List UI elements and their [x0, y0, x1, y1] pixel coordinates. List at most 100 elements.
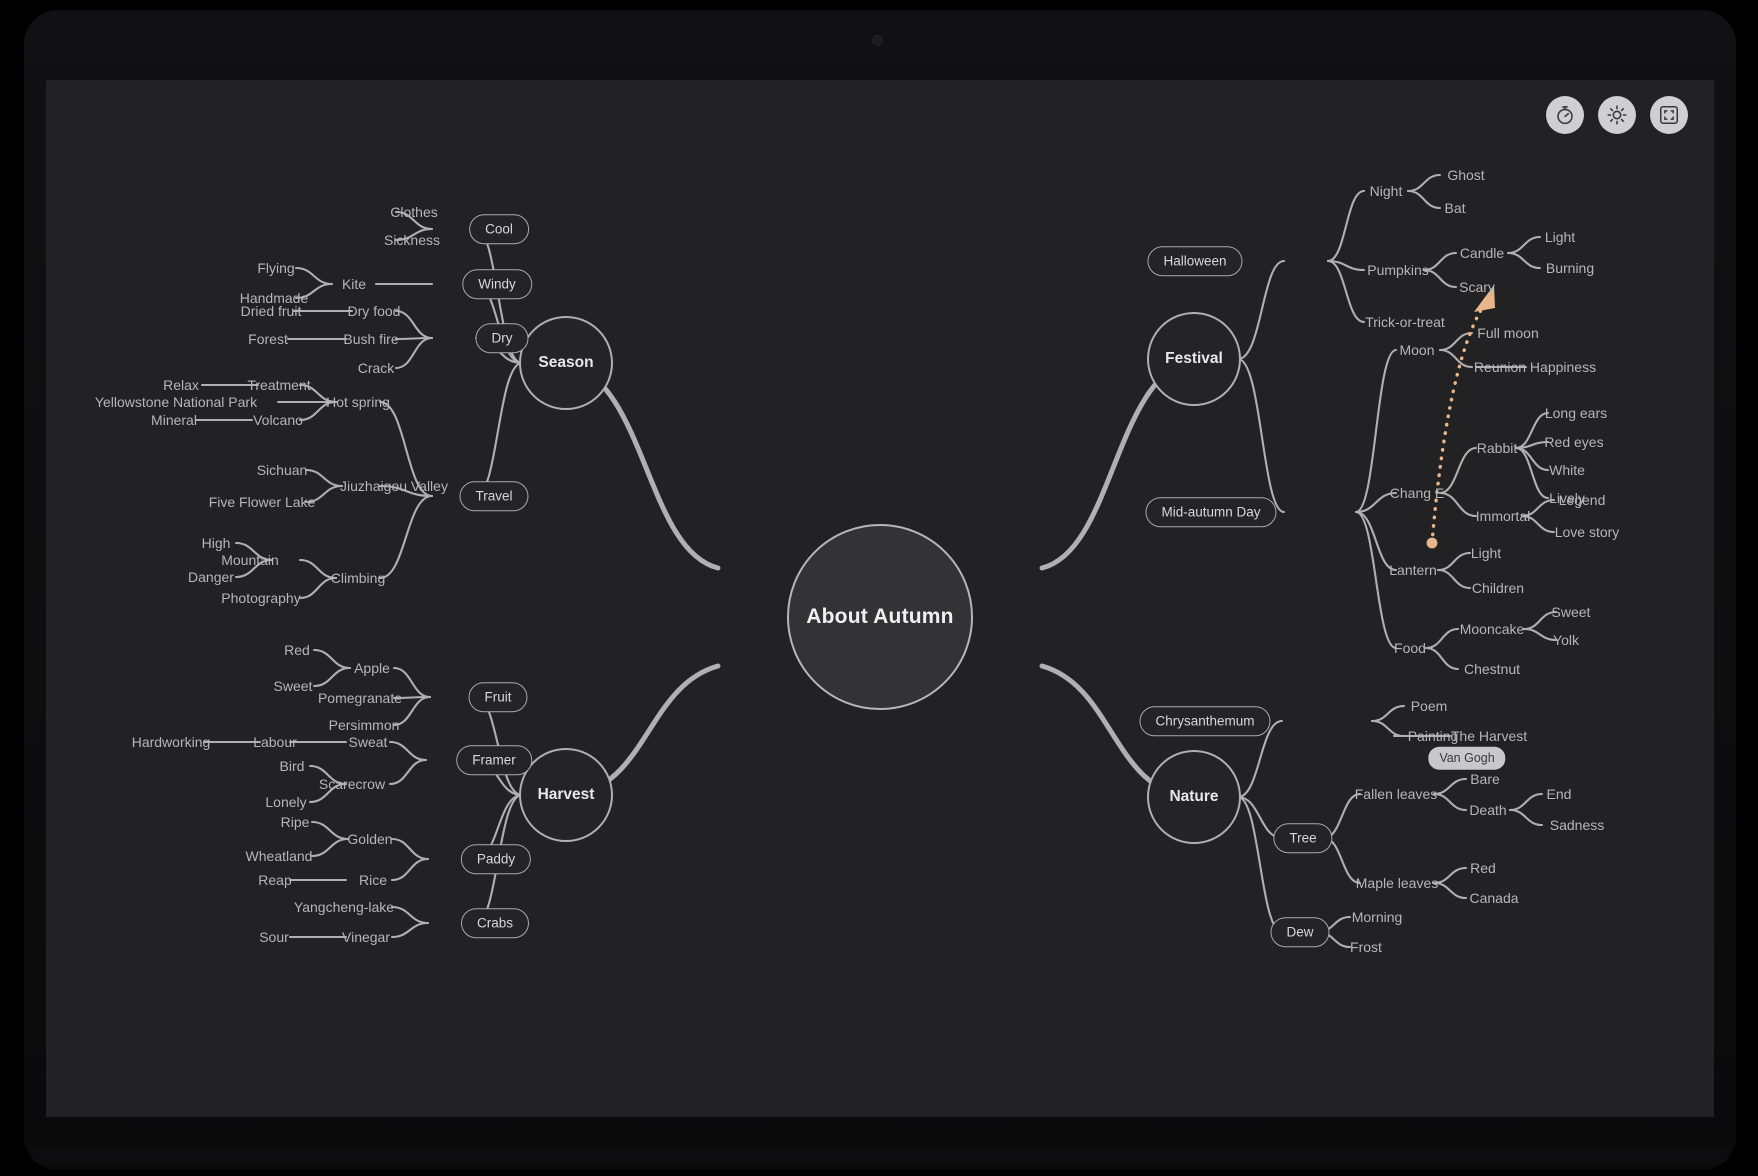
node-end[interactable]: End — [1547, 787, 1572, 801]
node-volcano[interactable]: Volcano — [253, 413, 303, 427]
node-hot-spring[interactable]: Hot spring — [326, 395, 390, 409]
node-night[interactable]: Night — [1370, 184, 1403, 198]
node-vinegar[interactable]: Vinegar — [342, 930, 390, 944]
node-fallen-leaves[interactable]: Fallen leaves — [1355, 787, 1438, 801]
node-bare[interactable]: Bare — [1470, 772, 1500, 786]
node-sickness[interactable]: Sickness — [384, 233, 440, 247]
node-maple-leaves[interactable]: Maple leaves — [1356, 876, 1439, 890]
node-morning[interactable]: Morning — [1352, 910, 1403, 924]
node-ripe[interactable]: Ripe — [281, 815, 310, 829]
node-full-moon[interactable]: Full moon — [1477, 326, 1538, 340]
node-mineral[interactable]: Mineral — [151, 413, 197, 427]
node-danger[interactable]: Danger — [188, 570, 234, 584]
node-poem[interactable]: Poem — [1411, 699, 1448, 713]
node-sweat[interactable]: Sweat — [349, 735, 388, 749]
node-bird[interactable]: Bird — [280, 759, 305, 773]
node-dry-food[interactable]: Dry food — [348, 304, 401, 318]
node-scary[interactable]: Scary — [1459, 280, 1495, 294]
node-high[interactable]: High — [202, 536, 231, 550]
node-wheatland[interactable]: Wheatland — [246, 849, 313, 863]
node-frost[interactable]: Frost — [1350, 940, 1382, 954]
node-red-maple[interactable]: Red — [1470, 861, 1496, 875]
branch-nature[interactable]: Nature — [1147, 750, 1241, 844]
node-yolk[interactable]: Yolk — [1553, 633, 1579, 647]
node-love-story[interactable]: Love story — [1555, 525, 1620, 539]
node-framer[interactable]: Framer — [456, 745, 532, 775]
node-labour[interactable]: Labour — [253, 735, 297, 749]
node-bat[interactable]: Bat — [1444, 201, 1465, 215]
node-tree[interactable]: Tree — [1273, 823, 1333, 853]
node-mooncake[interactable]: Mooncake — [1460, 622, 1525, 636]
node-red-apple[interactable]: Red — [284, 643, 310, 657]
node-mountain[interactable]: Mountain — [221, 553, 279, 567]
node-pomegranate[interactable]: Pomegranate — [318, 691, 402, 705]
node-travel[interactable]: Travel — [459, 481, 529, 511]
node-mid-autumn-day[interactable]: Mid-autumn Day — [1145, 497, 1277, 527]
node-climbing[interactable]: Climbing — [331, 571, 385, 585]
node-clothes[interactable]: Clothes — [390, 205, 437, 219]
node-scarecrow[interactable]: Scarecrow — [319, 777, 385, 791]
node-lantern[interactable]: Lantern — [1389, 563, 1436, 577]
node-dried-fruit[interactable]: Dried fruit — [241, 304, 302, 318]
node-photography[interactable]: Photography — [221, 591, 300, 605]
node-reap[interactable]: Reap — [258, 873, 291, 887]
node-jiuzhaigou[interactable]: Jiuzhaigou Valley — [340, 479, 448, 493]
node-paddy[interactable]: Paddy — [460, 844, 532, 874]
mindmap-canvas[interactable]: About Autumn Season Festival Harvest Nat… — [46, 80, 1714, 1117]
branch-harvest[interactable]: Harvest — [519, 748, 613, 842]
fit-screen-button[interactable] — [1650, 96, 1688, 134]
node-chrysanthemum[interactable]: Chrysanthemum — [1139, 706, 1271, 736]
node-canada[interactable]: Canada — [1469, 891, 1518, 905]
root-node[interactable]: About Autumn — [787, 524, 973, 710]
node-persimmon[interactable]: Persimmon — [329, 718, 400, 732]
node-dew[interactable]: Dew — [1270, 917, 1330, 947]
node-white[interactable]: White — [1549, 463, 1585, 477]
brightness-button[interactable] — [1598, 96, 1636, 134]
node-reunion[interactable]: Reunion — [1474, 360, 1526, 374]
node-death[interactable]: Death — [1469, 803, 1506, 817]
node-halloween[interactable]: Halloween — [1147, 246, 1243, 276]
node-sichuan[interactable]: Sichuan — [257, 463, 308, 477]
node-dry[interactable]: Dry — [475, 323, 529, 353]
node-the-harvest[interactable]: The Harvest — [1451, 729, 1527, 743]
node-forest[interactable]: Forest — [248, 332, 288, 346]
badge-van-gogh[interactable]: Van Gogh — [1428, 746, 1506, 770]
node-hardworking[interactable]: Hardworking — [132, 735, 211, 749]
node-golden[interactable]: Golden — [347, 832, 392, 846]
node-sour[interactable]: Sour — [259, 930, 289, 944]
node-kite[interactable]: Kite — [342, 277, 366, 291]
node-cool[interactable]: Cool — [469, 214, 529, 244]
branch-season[interactable]: Season — [519, 316, 613, 410]
node-yangcheng-lake[interactable]: Yangcheng-lake — [294, 900, 394, 914]
timer-button[interactable] — [1546, 96, 1584, 134]
node-pumpkins[interactable]: Pumpkins — [1367, 263, 1428, 277]
node-treatment[interactable]: Treatment — [247, 378, 310, 392]
node-crabs[interactable]: Crabs — [460, 908, 530, 938]
node-legend[interactable]: Legend — [1559, 493, 1606, 507]
node-ghost[interactable]: Ghost — [1447, 168, 1484, 182]
node-flying[interactable]: Flying — [257, 261, 294, 275]
node-trick-or-treat[interactable]: Trick-or-treat — [1365, 315, 1445, 329]
node-five-flower-lake[interactable]: Five Flower Lake — [209, 495, 316, 509]
node-children[interactable]: Children — [1472, 581, 1524, 595]
node-chang-e[interactable]: Chang E — [1390, 486, 1444, 500]
node-long-ears[interactable]: Long ears — [1545, 406, 1607, 420]
node-candle[interactable]: Candle — [1460, 246, 1504, 260]
node-rabbit[interactable]: Rabbit — [1477, 441, 1517, 455]
node-lonely[interactable]: Lonely — [265, 795, 306, 809]
node-relax[interactable]: Relax — [163, 378, 199, 392]
node-happiness[interactable]: Happiness — [1530, 360, 1596, 374]
node-red-eyes[interactable]: Red eyes — [1544, 435, 1603, 449]
node-bush-fire[interactable]: Bush fire — [343, 332, 398, 346]
node-light-candle[interactable]: Light — [1545, 230, 1575, 244]
node-sadness[interactable]: Sadness — [1550, 818, 1604, 832]
branch-festival[interactable]: Festival — [1147, 312, 1241, 406]
node-yellowstone[interactable]: Yellowstone National Park — [95, 395, 257, 409]
node-light-lantern[interactable]: Light — [1471, 546, 1501, 560]
node-burning[interactable]: Burning — [1546, 261, 1594, 275]
node-moon[interactable]: Moon — [1399, 343, 1434, 357]
node-fruit[interactable]: Fruit — [468, 682, 528, 712]
node-windy[interactable]: Windy — [462, 269, 532, 299]
node-food[interactable]: Food — [1394, 641, 1426, 655]
node-chestnut[interactable]: Chestnut — [1464, 662, 1520, 676]
